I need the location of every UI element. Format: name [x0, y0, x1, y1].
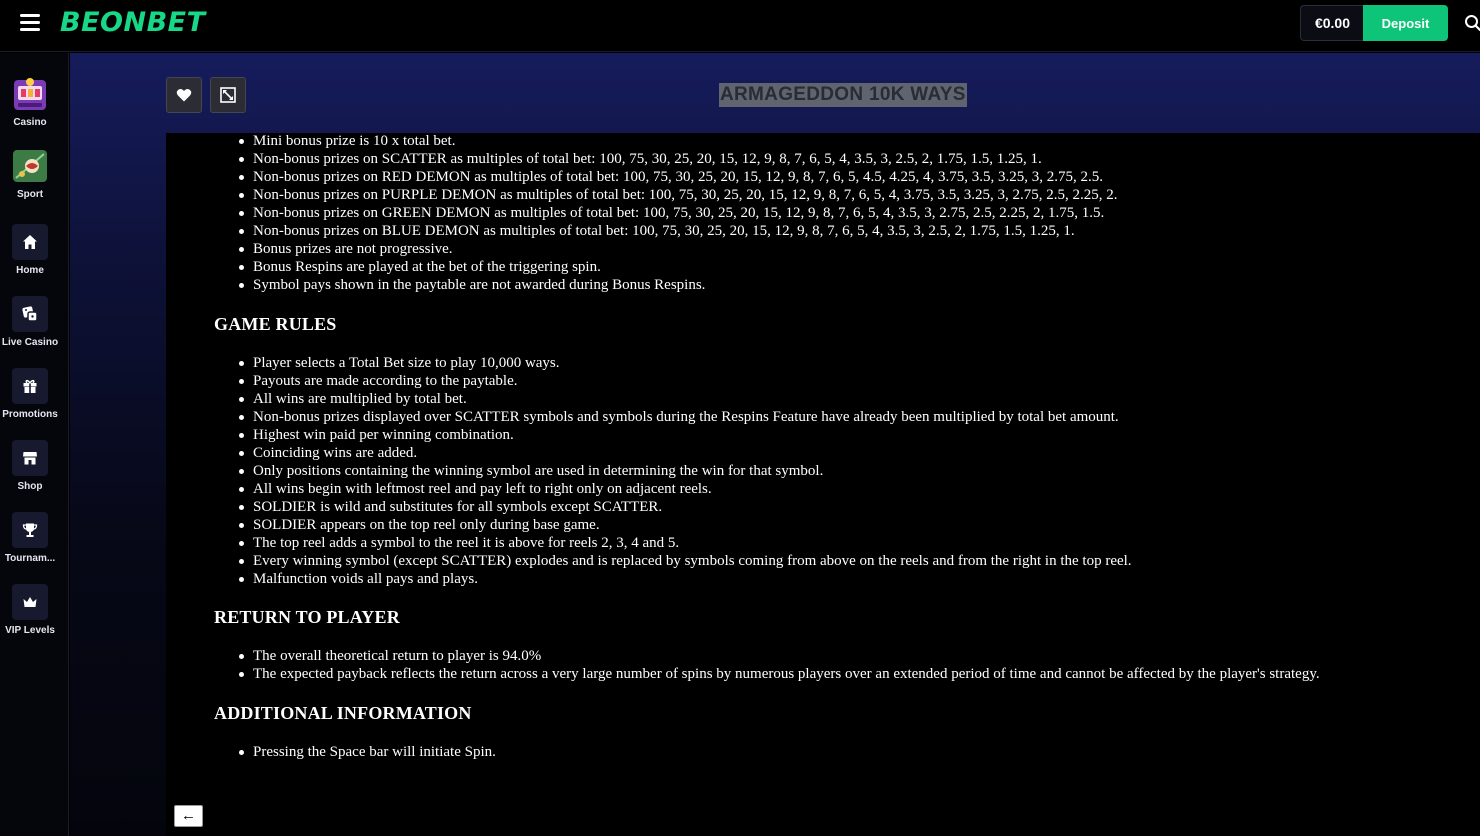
rtp-heading: RETURN TO PLAYER: [214, 607, 400, 627]
shop-icon: [12, 440, 48, 476]
dice-icon: [12, 296, 48, 332]
list-item: Pressing the Space bar will initiate Spi…: [239, 744, 496, 760]
list-item: Symbol pays shown in the paytable are no…: [239, 276, 1118, 294]
list-item: Bonus Respins are played at the bet of t…: [239, 258, 1118, 276]
list-item: SOLDIER appears on the top reel only dur…: [239, 516, 1132, 534]
sidebar-item-promotions[interactable]: Promotions: [0, 368, 60, 436]
menu-icon[interactable]: [20, 14, 40, 32]
list-item: Every winning symbol (except SCATTER) ex…: [239, 553, 1132, 569]
sidebar-item-label: Tournam...: [4, 553, 56, 564]
heart-icon: [176, 88, 192, 102]
casino-icon: [12, 76, 48, 112]
gift-icon: [12, 368, 48, 404]
game-title: ARMAGEDDON 10K WAYS: [719, 83, 967, 107]
sidebar-item-casino[interactable]: Casino: [0, 76, 60, 144]
list-item: The expected payback reflects the return…: [239, 666, 1320, 682]
trophy-icon: [12, 512, 48, 548]
list-item: Non-bonus prizes on RED DEMON as multipl…: [239, 168, 1118, 186]
sidebar-item-tournaments[interactable]: Tournam...: [0, 512, 60, 580]
rtp-list: The overall theoretical return to player…: [239, 647, 1320, 683]
list-item: SOLDIER is wild and substitutes for all …: [239, 498, 1132, 516]
list-item: Non-bonus prizes on PURPLE DEMON as mult…: [239, 187, 1118, 203]
sidebar-item-label: Promotions: [2, 409, 58, 420]
favorite-button[interactable]: [166, 77, 202, 113]
balance-display[interactable]: €0.00: [1300, 5, 1364, 41]
list-item: Highest win paid per winning combination…: [239, 426, 1132, 444]
sidebar-item-vip-levels[interactable]: VIP Levels: [0, 584, 60, 652]
fullscreen-button[interactable]: [210, 77, 246, 113]
sidebar: Casino Sport Home Live Casino Promotions…: [0, 53, 69, 836]
list-item: All wins are multiplied by total bet.: [239, 390, 1132, 408]
list-item: The overall theoretical return to player…: [239, 647, 1320, 665]
game-rules-list: Player selects a Total Bet size to play …: [239, 354, 1132, 588]
sport-icon: [12, 148, 48, 184]
deposit-button[interactable]: Deposit: [1363, 5, 1448, 41]
home-icon: [12, 224, 48, 260]
sidebar-item-live-casino[interactable]: Live Casino: [0, 296, 60, 364]
list-item: All wins begin with leftmost reel and pa…: [239, 480, 1132, 498]
sidebar-item-label: VIP Levels: [5, 625, 55, 636]
game-rules-panel[interactable]: Mini bonus prize is 10 x total bet. Non-…: [166, 133, 1480, 836]
sidebar-item-label: Sport: [16, 189, 44, 200]
additional-info-heading: ADDITIONAL INFORMATION: [214, 703, 472, 723]
game-rules-heading: GAME RULES: [214, 314, 337, 334]
sidebar-item-sport[interactable]: Sport: [0, 148, 60, 216]
list-item: Payouts are made according to the paytab…: [239, 372, 1132, 390]
site-logo[interactable]: BEONBET: [60, 7, 206, 38]
sidebar-item-label: Home: [16, 265, 44, 276]
list-item: Bonus prizes are not progressive.: [239, 240, 1118, 258]
list-item: Mini bonus prize is 10 x total bet.: [239, 133, 1118, 150]
list-item: The top reel adds a symbol to the reel i…: [239, 534, 1132, 552]
list-item: Malfunction voids all pays and plays.: [239, 570, 1132, 588]
list-item: Player selects a Total Bet size to play …: [239, 354, 1132, 372]
list-item: Only positions containing the winning sy…: [239, 462, 1132, 480]
sidebar-item-home[interactable]: Home: [0, 224, 60, 292]
sidebar-item-label: Shop: [17, 481, 43, 492]
top-bar: BEONBET €0.00 Deposit: [0, 0, 1480, 52]
list-item: Non-bonus prizes displayed over SCATTER …: [239, 408, 1132, 426]
fullscreen-icon: [220, 87, 236, 103]
additional-info-list: Pressing the Space bar will initiate Spi…: [239, 743, 496, 761]
list-item: Non-bonus prizes on BLUE DEMON as multip…: [239, 222, 1118, 240]
list-item: Non-bonus prizes on GREEN DEMON as multi…: [239, 204, 1118, 222]
list-item: Non-bonus prizes on SCATTER as multiples…: [239, 150, 1118, 168]
back-button[interactable]: ←: [174, 805, 203, 827]
bonus-prizes-list: Mini bonus prize is 10 x total bet. Non-…: [239, 133, 1118, 294]
list-item: Coinciding wins are added.: [239, 444, 1132, 462]
search-icon[interactable]: [1464, 14, 1480, 32]
crown-icon: [12, 584, 48, 620]
sidebar-item-label: Casino: [13, 117, 47, 128]
sidebar-item-label: Live Casino: [1, 337, 59, 348]
sidebar-item-shop[interactable]: Shop: [0, 440, 60, 508]
